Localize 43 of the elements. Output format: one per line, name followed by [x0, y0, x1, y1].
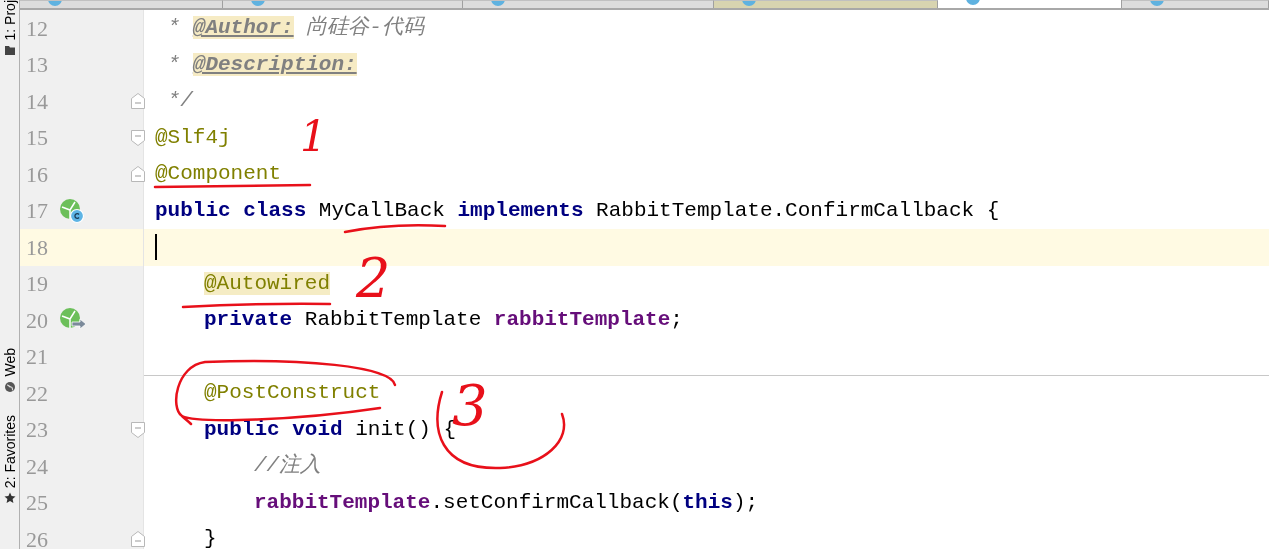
fold-marker-icon[interactable] [131, 166, 145, 183]
code-line: @Slf4j [155, 127, 231, 148]
line-number: 24 [25, 452, 49, 481]
editor-tab[interactable] [938, 0, 1122, 8]
line-number: 23 [25, 416, 49, 445]
tool-window-button[interactable]: Web [1, 348, 18, 393]
editor-tab[interactable] [1122, 0, 1269, 8]
fold-marker-icon[interactable] [131, 531, 145, 548]
editor-tab[interactable] [714, 0, 938, 8]
code-line: rabbitTemplate.setConfirmCallback(this); [254, 492, 759, 513]
tool-window-button[interactable]: 1: Proj [1, 0, 18, 57]
text-caret [155, 234, 157, 261]
line-number: 12 [25, 14, 49, 43]
editor-tab[interactable] [20, 0, 223, 8]
line-number: 15 [25, 124, 49, 153]
line-number: 17 [25, 197, 49, 226]
handwritten-number: 2 [356, 252, 391, 306]
line-number: 19 [25, 270, 49, 299]
editor-tab[interactable] [463, 0, 714, 8]
code-line: @PostConstruct [204, 383, 381, 404]
editor-tab[interactable] [223, 0, 463, 8]
line-number: 13 [25, 51, 49, 80]
line-number: 21 [25, 343, 49, 372]
tool-window-button[interactable]: 2: Favorites [1, 415, 18, 505]
line-number: 22 [25, 379, 49, 408]
fold-marker-icon[interactable] [131, 93, 145, 110]
handwritten-number: 1 [300, 116, 327, 158]
code-line: @Component [155, 164, 282, 185]
folder-icon [3, 44, 16, 57]
line-number: 18 [25, 233, 49, 262]
star-icon [3, 492, 16, 505]
fold-marker-icon[interactable] [131, 421, 145, 438]
code-line: } [204, 529, 217, 549]
line-number: 14 [25, 87, 49, 116]
fold-marker-icon[interactable] [131, 129, 145, 146]
line-number: 25 [25, 489, 49, 518]
code-line: private RabbitTemplate rabbitTemplate; [204, 310, 683, 331]
globe-icon [3, 381, 16, 393]
line-number: 20 [25, 306, 49, 335]
line-number: 16 [25, 160, 49, 189]
code-line: */ [166, 91, 193, 112]
code-line: public class MyCallBack implements RabbitTemplate.ConfirmCallback { [155, 200, 1000, 221]
line-number: 26 [25, 525, 49, 549]
